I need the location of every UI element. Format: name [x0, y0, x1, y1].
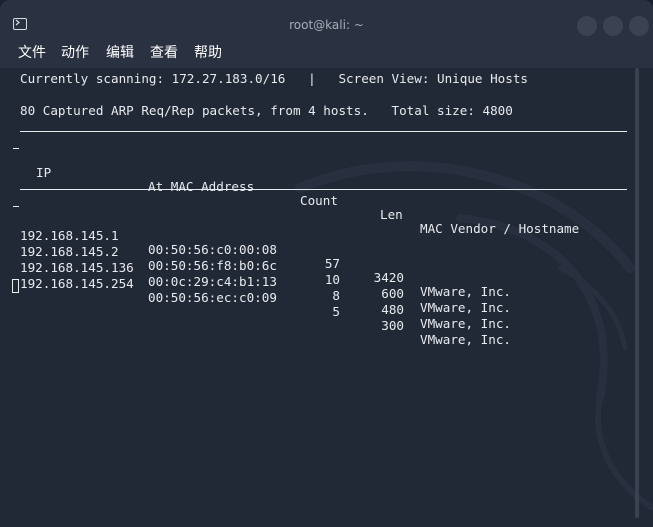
text-cursor [12, 279, 19, 293]
minimize-icon[interactable] [577, 16, 597, 36]
divider-bottom [20, 189, 627, 190]
divider-dash-2 [13, 206, 19, 207]
maximize-icon[interactable] [603, 16, 623, 36]
vertical-scrollbar[interactable] [635, 68, 639, 518]
row-mac: 00:50:56:ec:c0:09 [148, 290, 277, 305]
scanning-status: Currently scanning: 172.27.183.0/16 | Sc… [20, 71, 528, 86]
header-count: Count [300, 193, 338, 208]
row-ip: 192.168.145.254 [20, 276, 134, 291]
title-bar[interactable]: root@kali: ~ [0, 0, 653, 40]
menu-bar: 文件 动作 编辑 查看 帮助 [0, 40, 653, 68]
menu-view[interactable]: 查看 [150, 44, 178, 62]
divider-dash [13, 148, 19, 149]
table-row[interactable]: 192.168.145.254 00:50:56:ec:c0:09 5 300 … [0, 263, 653, 361]
menu-file[interactable]: 文件 [18, 44, 46, 62]
row-count: 5 [332, 304, 340, 319]
close-icon[interactable] [629, 16, 649, 36]
terminal-output[interactable]: Currently scanning: 172.27.183.0/16 | Sc… [0, 68, 653, 527]
header-ip: IP [36, 165, 52, 180]
row-len: 300 [381, 318, 404, 333]
menu-help[interactable]: 帮助 [194, 44, 222, 62]
menu-action[interactable]: 动作 [61, 44, 89, 62]
window-title: root@kali: ~ [289, 18, 364, 32]
header-mac: At MAC Address [148, 179, 255, 194]
divider-top [20, 131, 627, 132]
row-vendor: VMware, Inc. [420, 332, 511, 347]
terminal-window: root@kali: ~ 文件 动作 编辑 查看 帮助 Currently sc… [0, 0, 653, 527]
menu-edit[interactable]: 编辑 [106, 44, 134, 62]
capture-summary: 80 Captured ARP Req/Rep packets, from 4 … [20, 103, 513, 118]
